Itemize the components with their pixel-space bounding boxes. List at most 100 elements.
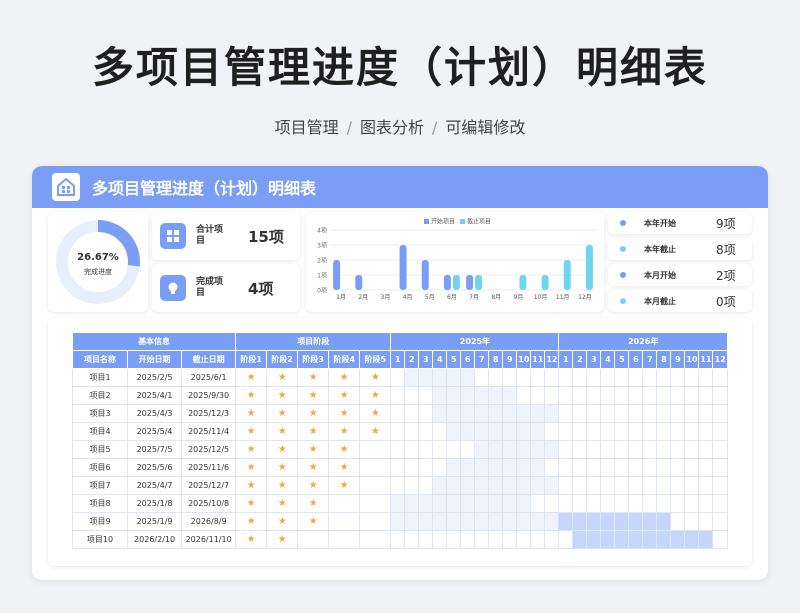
gantt-cell [488,422,504,441]
gantt-cell [488,440,504,459]
gantt-cell [558,512,574,531]
cell-end: 2025/11/4 [181,422,237,441]
gantt-cell [642,512,658,531]
cell-start: 2025/4/7 [127,476,183,495]
gantt-cell [572,404,588,423]
gantt-cell [446,512,462,531]
cell-start: 2025/4/1 [127,386,183,405]
x-tick-label: 11月 [556,294,570,301]
cell-stage: ★ [235,404,268,423]
gantt-cell [516,512,532,531]
month-header: 6 [628,350,644,369]
gantt-cell [586,386,602,405]
month-header: 5 [446,350,462,369]
gantt-cell [460,476,476,495]
gantt-cell [432,368,448,387]
y-tick-label: 3项 [317,243,327,250]
gantt-cell [488,512,504,531]
gantt-cell [404,422,420,441]
table-row: 项目2 2025/4/1 2025/9/30 ★ ★ ★ ★ ★ [71,386,728,405]
cell-stage [328,494,361,513]
cell-stage: ★ [266,476,299,495]
completion-donut-card: 26.67% 完成进度 [48,212,148,312]
gantt-cell [642,404,658,423]
month-header: 5 [614,350,630,369]
gantt-cell [404,440,420,459]
gantt-cell [572,440,588,459]
gantt-cell [628,386,644,405]
gantt-cell [474,476,490,495]
gantt-cell [572,494,588,513]
cell-stage: ★ [266,422,299,441]
gantt-cell [586,476,602,495]
cell-stage: ★ [266,494,299,513]
cell-stage: ★ [235,386,268,405]
summary-cards: 26.67% 完成进度 合计项目 15项 完成项目 4项 0项 1项 2项 3项 4项 开… [48,212,752,312]
star-icon: ★ [277,408,287,419]
gantt-cell [418,404,434,423]
gantt-cell [684,440,700,459]
star-icon: ★ [370,408,380,419]
cell-stage: ★ [266,386,299,405]
cell-stage: ★ [235,458,268,477]
gantt-cell [404,530,420,549]
gantt-cell [516,404,532,423]
gantt-cell [670,404,686,423]
gantt-cell [446,440,462,459]
kpi-value: 2项 [716,268,736,283]
gantt-cell [502,422,518,441]
x-tick-label: 2月 [358,294,368,301]
gantt-cell [600,422,616,441]
gantt-cell [516,386,532,405]
cell-name: 项目10 [71,530,129,549]
month-header: 9 [670,350,686,369]
cell-stage: ★ [297,458,330,477]
x-tick-label: 3月 [381,294,391,301]
table-row: 项目9 2025/1/9 2026/8/9 ★ ★ ★ [71,512,728,531]
monthly-chart-card: 0项 1项 2项 3项 4项 开始项目 截止项目 1月 2月 3月 4月 5月 6月 7月 8月 9月 10月 1… [306,212,604,312]
cell-stage: ★ [297,440,330,459]
completion-label: 完成进度 [84,267,112,276]
panel-header: 多项目管理进度（计划）明细表 [32,166,768,208]
gantt-cell [446,386,462,405]
cell-stage [359,512,392,531]
star-icon: ★ [277,444,287,455]
cell-start: 2025/5/6 [127,458,183,477]
star-icon: ★ [246,462,256,473]
cell-end: 2026/11/10 [181,530,237,549]
cell-stage: ★ [266,368,299,387]
x-tick-label: 1月 [336,294,346,301]
cell-name: 项目3 [71,404,129,423]
month-header: 8 [488,350,504,369]
gantt-cell [670,386,686,405]
gantt-cell [572,368,588,387]
gantt-cell [474,422,490,441]
gantt-cell [488,404,504,423]
gantt-cell [600,404,616,423]
group-header-2025: 2025年 [390,332,560,351]
gantt-cell [600,512,616,531]
gantt-cell [558,422,574,441]
gantt-cell [432,512,448,531]
gantt-cell [558,386,574,405]
gantt-cell [418,512,434,531]
gantt-cell [698,458,714,477]
month-header: 11 [698,350,714,369]
gantt-cell [642,530,658,549]
star-icon: ★ [246,408,256,419]
gantt-cell [446,530,462,549]
legend-swatch [424,219,429,224]
cell-start: 2025/1/8 [127,494,183,513]
subtitle-separator: / [346,118,352,137]
kpi-dot [620,246,626,252]
gantt-cell [614,404,630,423]
cell-start: 2025/1/9 [127,512,183,531]
gantt-cell [502,494,518,513]
bar-start [443,275,451,290]
month-header: 4 [432,350,448,369]
gantt-cell [390,494,406,513]
gantt-cell [656,530,672,549]
month-header: 1 [390,350,406,369]
star-icon: ★ [308,480,318,491]
star-icon: ★ [308,462,318,473]
